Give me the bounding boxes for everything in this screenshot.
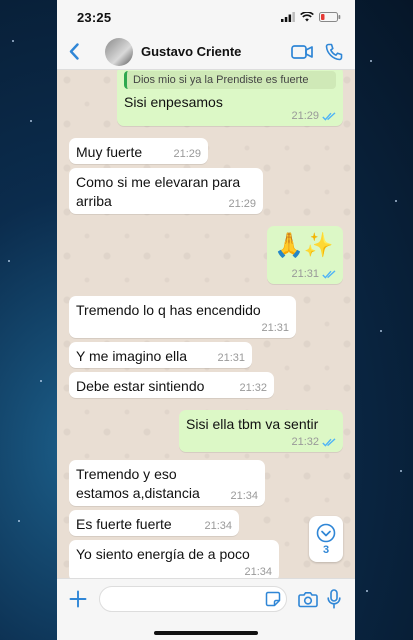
message-bubble-incoming[interactable]: Como si me elevaran para arriba 21:29: [69, 168, 263, 214]
message-time: 21:29: [291, 110, 319, 122]
message-time: 21:32: [291, 436, 319, 448]
chat-header: Gustavo Criente: [57, 34, 355, 70]
home-indicator[interactable]: [154, 631, 258, 635]
status-time: 23:25: [77, 9, 112, 25]
video-camera-icon: [291, 44, 313, 59]
message-time: 21:31: [217, 352, 245, 364]
message-bubble-incoming[interactable]: Yo siento energía de a poco 21:34: [69, 540, 279, 578]
message-time: 21:29: [173, 148, 201, 160]
emoji-message: 🙏✨: [274, 232, 334, 259]
microphone-icon: [327, 589, 341, 609]
message-text: Yo siento energía de a poco: [76, 546, 250, 562]
message-bubble-incoming[interactable]: Tremendo y eso estamos a,distancia 21:34: [69, 460, 265, 506]
double-check-icon: [322, 269, 336, 279]
message-list[interactable]: Dios mio si ya la Prendiste es fuerte Si…: [57, 70, 355, 578]
plus-icon: [69, 590, 87, 608]
message-bubble-incoming[interactable]: Y me imagino ella 21:31: [69, 342, 252, 368]
message-bubble-outgoing[interactable]: Dios mio si ya la Prendiste es fuerte Si…: [117, 70, 343, 126]
phone-screen: 23:25 Gustavo Criente Dios mio si ya la …: [57, 0, 355, 640]
message-bubble-outgoing[interactable]: Sisi ella tbm va sentir 21:32: [179, 410, 343, 452]
message-time: 21:31: [291, 268, 319, 280]
back-button[interactable]: [65, 41, 83, 63]
signal-icon: [281, 12, 295, 22]
quoted-message[interactable]: Dios mio si ya la Prendiste es fuerte: [124, 71, 336, 89]
message-time: 21:34: [230, 490, 258, 502]
message-bubble-incoming[interactable]: Es fuerte fuerte 21:34: [69, 510, 239, 536]
avatar[interactable]: [105, 37, 133, 66]
phone-icon: [325, 43, 343, 60]
contact-name[interactable]: Gustavo Criente: [141, 44, 283, 59]
message-time: 21:29: [228, 198, 256, 210]
message-time: 21:32: [239, 382, 267, 394]
message-time: 21:34: [204, 520, 232, 532]
sticker-icon: [265, 591, 281, 607]
double-check-icon: [322, 437, 336, 447]
battery-icon: [319, 12, 341, 22]
double-check-icon: [322, 111, 336, 121]
message-text: Sisi ella tbm va sentir: [186, 416, 319, 432]
camera-icon: [298, 591, 318, 607]
message-time: 21:34: [244, 566, 272, 578]
message-text: Tremendo y eso estamos a,distancia: [76, 466, 200, 501]
chevron-left-icon: [69, 43, 79, 60]
sticker-button[interactable]: [265, 591, 281, 612]
camera-button[interactable]: [295, 586, 321, 612]
wifi-icon: [300, 12, 314, 22]
unread-count-badge: 3: [322, 543, 330, 556]
message-input[interactable]: [99, 586, 287, 612]
message-bubble-incoming[interactable]: Tremendo lo q has encendido 21:31: [69, 296, 296, 338]
message-bubble-incoming[interactable]: Muy fuerte 21:29: [69, 138, 208, 164]
voice-note-button[interactable]: [321, 586, 347, 612]
composer-bar: [57, 578, 355, 640]
message-time: 21:31: [261, 322, 289, 334]
video-call-button[interactable]: [289, 39, 315, 65]
status-bar: 23:25: [57, 0, 355, 34]
message-bubble-incoming[interactable]: Debe estar sintiendo 21:32: [69, 372, 274, 398]
message-bubble-outgoing[interactable]: 🙏✨ 21:31: [267, 226, 343, 284]
voice-call-button[interactable]: [321, 39, 347, 65]
message-text: Debe estar sintiendo: [76, 378, 205, 394]
message-text: Tremendo lo q has encendido: [76, 302, 261, 318]
chevron-down-circle-icon: [316, 523, 336, 542]
attach-button[interactable]: [65, 586, 91, 612]
scroll-to-bottom-button[interactable]: 3: [309, 516, 343, 562]
